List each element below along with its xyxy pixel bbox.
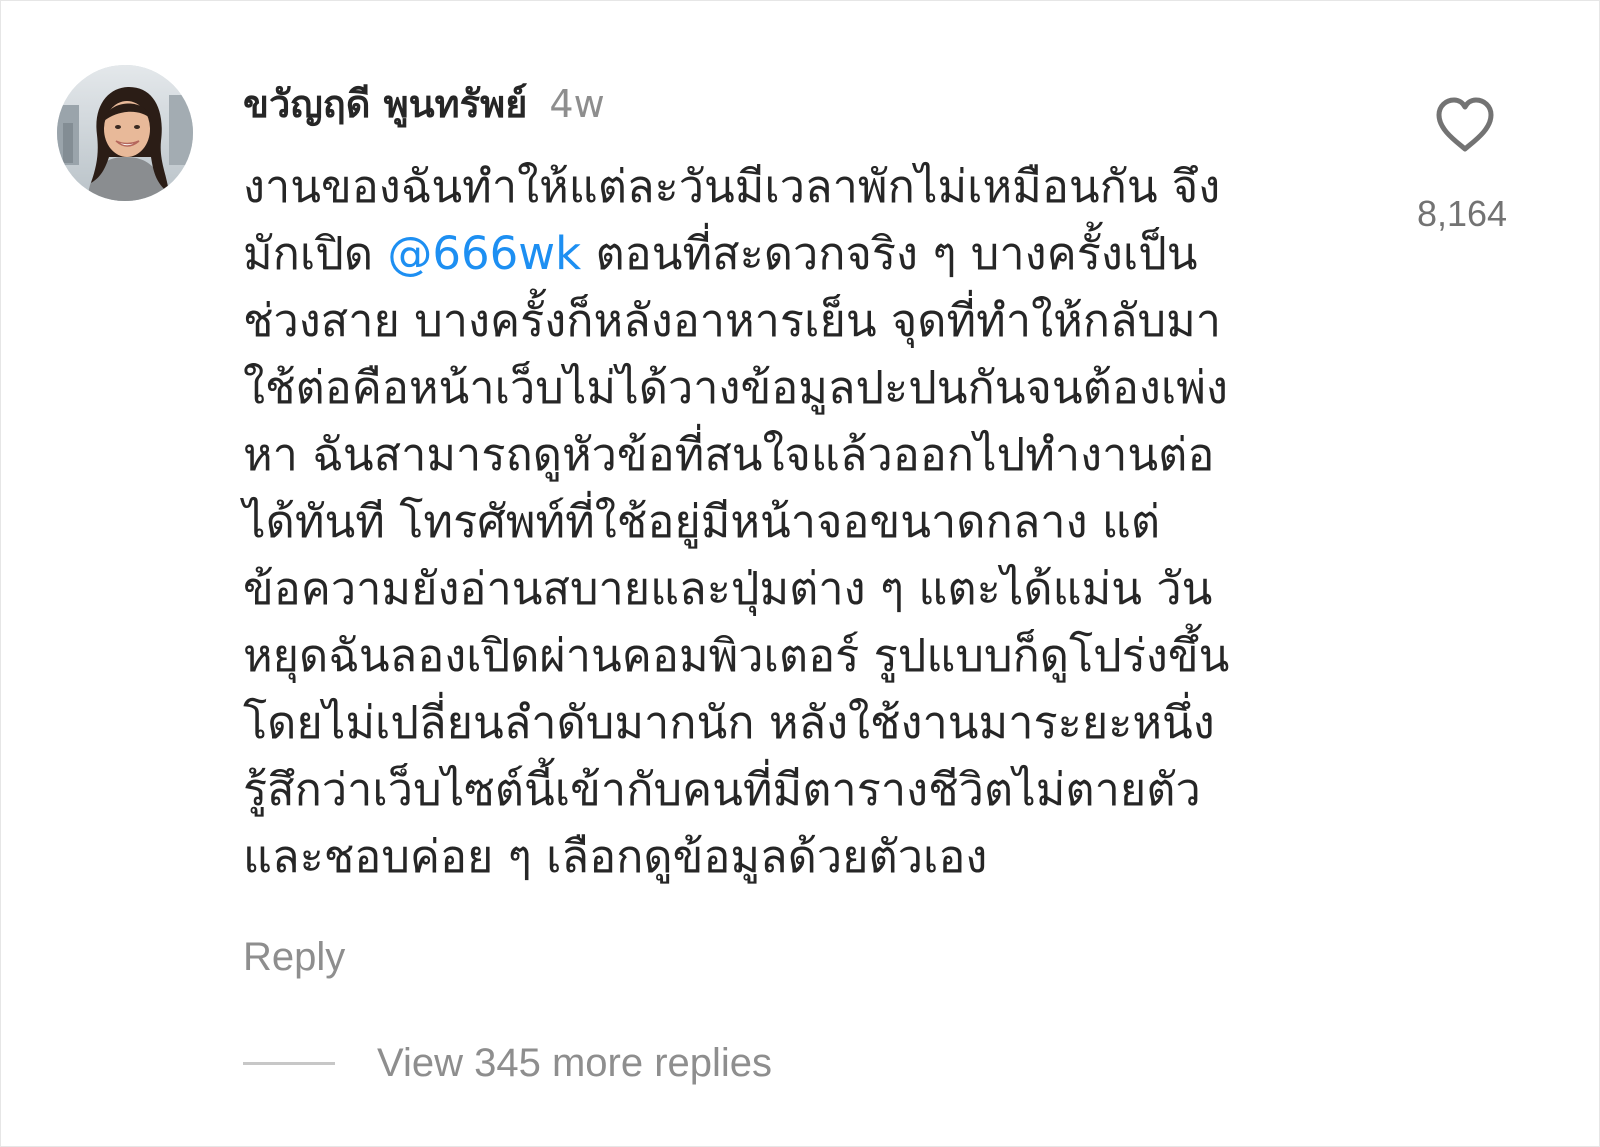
reply-button[interactable]: Reply [243,935,345,980]
heart-outline-icon[interactable] [1435,97,1495,153]
comment-line: งานของฉันทำให้แต่ละวันมีเวลาพักไม่เหมือน… [243,160,1221,213]
view-replies-label: View 345 more replies [377,1041,773,1085]
username[interactable]: ขวัญฤดี พูนทรัพย์ [243,73,527,134]
comment-line: ได้ทันที โทรศัพท์ที่ใช้อยู่มีหน้าจอขนาดก… [243,495,1161,548]
user-avatar-image [57,65,193,201]
like-count: 8,164 [1416,193,1508,234]
timestamp: 4w [549,82,605,126]
mention-link[interactable]: @666wk [387,227,581,280]
comment-line: หยุดฉันลองเปิดผ่านคอมพิวเตอร์ รูปแบบก็ดู… [243,629,1230,682]
view-replies-button[interactable]: View 345 more replies [243,1041,772,1086]
comment-line: มักเปิด @666wk ตอนที่สะดวกจริง ๆ บางครั้… [243,220,1353,287]
comment-line: รู้สึกว่าเว็บไซต์นี้เข้ากับคนที่มีตารางช… [243,763,1201,816]
comment-line: และชอบค่อย ๆ เลือกดูข้อมูลด้วยตัวเอง [243,830,988,883]
replies-divider-line [243,1062,335,1065]
comment-line: ใช้ต่อคือหน้าเว็บไม่ได้วางข้อมูลปะปนกันจ… [243,361,1228,414]
comment-text-segment: ตอนที่สะดวกจริง ๆ บางครั้งเป็น [581,227,1198,280]
comment-line: โดยไม่เปลี่ยนลำดับมากนัก หลังใช้งานมาระย… [243,696,1215,749]
comment-text: งานของฉันทำให้แต่ละวันมีเวลาพักไม่เหมือน… [243,153,1353,890]
comment-line: หา ฉันสามารถดูหัวข้อที่สนใจแล้วออกไปทำงา… [243,428,1215,481]
like-area: 8,164 [1381,97,1511,235]
comment-text-segment: มักเปิด [243,227,388,280]
comment-line: ช่วงสาย บางครั้งก็หลังอาหารเย็น จุดที่ทำ… [243,294,1222,347]
comment-line: ข้อความยังอ่านสบายและปุ่มต่าง ๆ แตะได้แม… [243,562,1213,615]
comment-card: ขวัญฤดี พูนทรัพย์ 4w งานของฉันทำให้แต่ละ… [0,0,1600,1147]
avatar[interactable] [57,65,193,201]
comment-header: ขวัญฤดี พูนทรัพย์ 4w [243,73,605,134]
